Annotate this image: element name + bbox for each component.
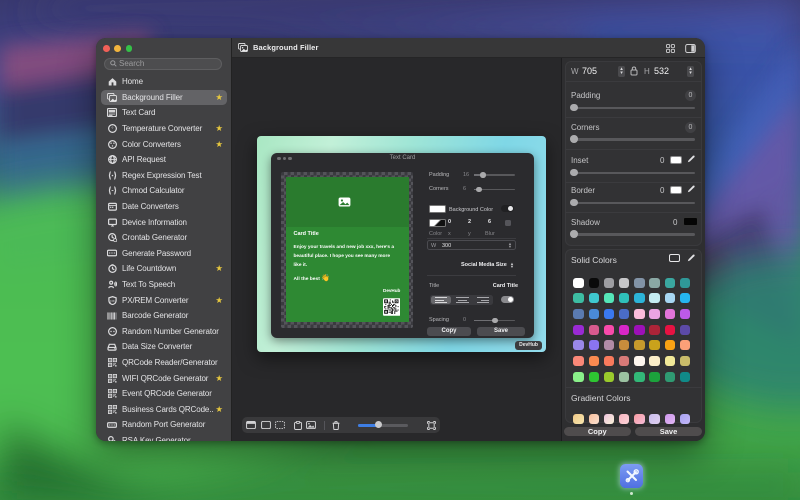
svg-text:px: px bbox=[110, 298, 114, 303]
svg-text:°: ° bbox=[111, 126, 113, 132]
